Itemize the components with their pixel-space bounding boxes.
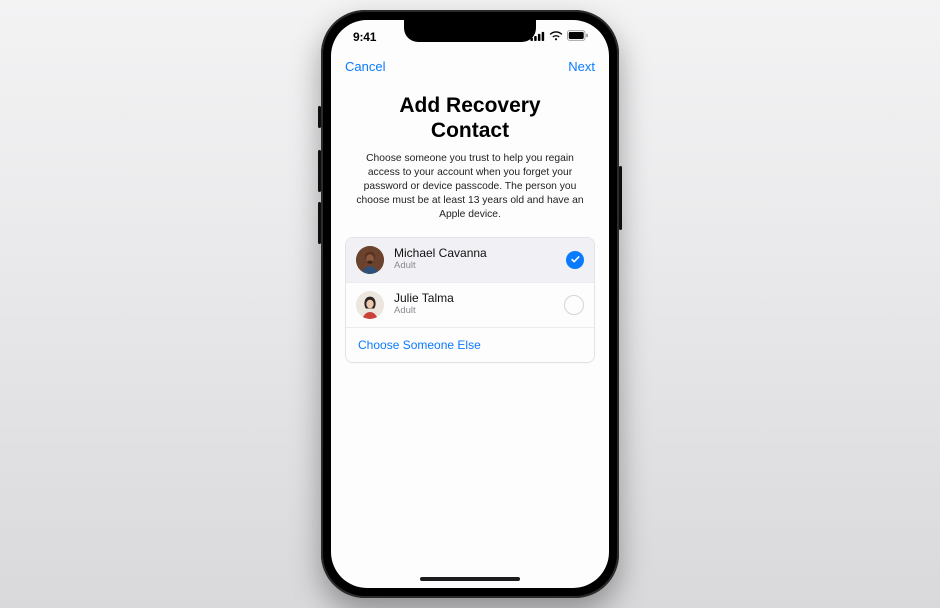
title-line-2: Contact [431,119,509,142]
contact-row[interactable]: Julie Talma Adult [346,282,594,327]
avatar [356,291,384,319]
choose-someone-else-button[interactable]: Choose Someone Else [346,327,594,362]
volume-up-button [318,150,321,192]
backdrop: 9:41 Cancel Next [0,0,940,608]
cancel-button[interactable]: Cancel [345,59,385,74]
home-indicator[interactable] [420,577,520,581]
status-time: 9:41 [353,30,376,44]
battery-icon [567,30,589,44]
contact-text: Julie Talma Adult [394,292,554,318]
screen: 9:41 Cancel Next [331,20,609,588]
contact-name: Julie Talma [394,292,554,306]
content: Add Recovery Contact Choose someone you … [331,78,609,588]
silence-switch [318,106,321,128]
power-button [619,166,622,230]
contact-subtitle: Adult [394,306,554,317]
wifi-icon [549,30,563,44]
phone-frame: 9:41 Cancel Next [321,10,619,598]
nav-bar: Cancel Next [331,54,609,78]
contact-row[interactable]: Michael Cavanna Adult [346,238,594,282]
cellular-signal-icon [530,30,545,44]
title-line-1: Add Recovery [399,94,540,117]
contacts-list: Michael Cavanna Adult Julie Ta [345,237,595,363]
avatar [356,246,384,274]
page-title: Add Recovery Contact [349,94,591,144]
status-bar: 9:41 [331,20,609,54]
checkmark-icon[interactable] [566,251,584,269]
contact-text: Michael Cavanna Adult [394,247,556,273]
contact-subtitle: Adult [394,261,556,272]
contact-name: Michael Cavanna [394,247,556,261]
radio-unchecked-icon[interactable] [564,295,584,315]
next-button[interactable]: Next [568,59,595,74]
volume-down-button [318,202,321,244]
page-description: Choose someone you trust to help you reg… [345,152,595,223]
